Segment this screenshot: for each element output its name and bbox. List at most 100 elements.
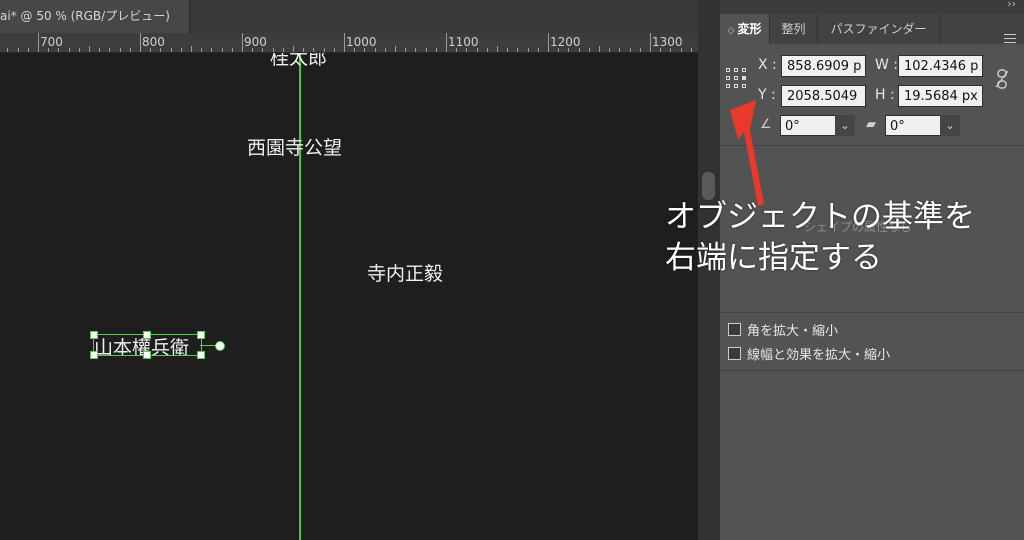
ruler-tick [507,48,509,52]
ruler-tick [38,33,39,52]
width-field[interactable]: 102.4346 p [898,55,983,77]
panel-header-strip: ›› [720,0,1024,14]
panel-menu-icon[interactable] [1004,34,1016,44]
ruler-tick [333,48,335,52]
text-path-end-handle[interactable] [215,341,225,351]
annotation-line-1: オブジェクトの基準を [665,199,975,235]
ruler-tick [619,48,621,52]
ruler-tick [639,48,641,52]
ruler-tick [548,33,549,52]
tab-chevron-icon: ◇ [727,26,735,36]
ruler-tick [89,46,90,52]
ref-point-middle-right[interactable] [742,76,746,80]
height-field[interactable]: 19.5684 px [898,85,983,107]
handle-top-right[interactable] [197,331,205,339]
ruler-tick [323,48,325,52]
ruler-tick [119,48,121,52]
handle-top-left[interactable] [90,331,98,339]
ref-point-middle-left[interactable] [726,76,730,80]
tab-pathfinder[interactable]: パスファインダー [818,14,940,44]
annotation-line-2: 右端に指定する [665,240,882,276]
annotation-text: オブジェクトの基準を 右端に指定する [665,197,1015,279]
ruler-tick [180,48,182,52]
ruler-tick [293,46,294,52]
ruler-tick [140,33,141,52]
handle-bottom-right[interactable] [197,351,205,359]
tab-transform[interactable]: ◇ 変形 [720,14,770,44]
rotate-dropdown-icon[interactable]: ⌄ [835,115,855,136]
reference-point-icon[interactable] [726,68,748,90]
ruler-tick [170,48,172,52]
text-katsura[interactable]: 桂太郎 [270,53,327,70]
panel-tabs: ◇ 変形 整列 パスファインダー [720,14,1024,44]
document-tab[interactable]: ai* @ 50 % (RGB/プレビュー) [0,0,190,33]
ref-point-top-right[interactable] [742,68,746,72]
ruler-tick [384,48,386,52]
ref-point-bottom-left[interactable] [726,84,730,88]
ruler-tick [27,48,29,52]
scrollbar-thumb[interactable] [702,172,715,200]
handle-bottom-left[interactable] [90,351,98,359]
ruler-tick [609,48,611,52]
horizontal-ruler[interactable]: 700 800 900 1000 1100 1200 1300 [0,33,698,53]
ruler-tick [242,33,243,52]
x-label: X : [758,57,777,73]
ruler-label: 1100 [448,35,479,49]
ruler-label: 700 [40,35,63,49]
scale-strokes-label: 線幅と効果を拡大・縮小 [747,348,891,363]
constrain-proportions-icon[interactable] [995,69,1009,89]
ref-point-bottom-right[interactable] [742,84,746,88]
shear-icon: ▰ [866,117,876,132]
ruler-tick [690,48,692,52]
ref-point-top-center[interactable] [734,68,738,72]
scale-corners-label: 角を拡大・縮小 [747,324,839,339]
ruler-tick [99,48,101,52]
ruler-tick [231,48,233,52]
ref-point-top-left[interactable] [726,68,730,72]
ruler-tick [537,48,539,52]
document-tab-bar: ai* @ 50 % (RGB/プレビュー) [0,0,698,33]
divider [720,370,1024,371]
ref-point-bottom-center[interactable] [734,84,738,88]
ruler-tick [395,46,396,52]
text-saionji[interactable]: 西園寺公望 [247,133,342,160]
ruler-tick [527,48,529,52]
tab-transform-label: 変形 [737,22,762,36]
ruler-tick [344,33,345,52]
scale-corners-option[interactable]: 角を拡大・縮小 [728,320,838,339]
ruler-tick [629,48,631,52]
ruler-label: 900 [244,35,267,49]
shear-dropdown-icon[interactable]: ⌄ [940,115,960,136]
x-field[interactable]: 858.6909 p [781,55,866,77]
text-terauchi[interactable]: 寺内正毅 [367,259,443,286]
ruler-label: 1200 [550,35,581,49]
divider [720,312,1024,313]
scale-strokes-option[interactable]: 線幅と効果を拡大・縮小 [728,344,890,363]
ruler-tick [282,48,284,52]
handle-top-center[interactable] [143,331,151,339]
ruler-tick [272,48,274,52]
h-label: H : [875,87,895,103]
ruler-tick [415,48,417,52]
ruler-tick [68,48,70,52]
artboard-canvas[interactable]: 桂太郎 西園寺公望 寺内正毅 山本權兵衛 [0,53,698,540]
ruler-tick [599,46,600,52]
handle-bottom-center[interactable] [143,351,151,359]
vertical-guide[interactable] [299,53,301,540]
collapse-panels-icon[interactable]: ›› [1007,0,1016,10]
tab-align[interactable]: 整列 [770,14,818,44]
ruler-tick [221,48,223,52]
scale-corners-checkbox[interactable] [728,323,741,336]
ruler-tick [78,48,80,52]
ruler-tick [191,46,192,52]
ruler-label: 800 [142,35,165,49]
ruler-tick [435,48,437,52]
ref-point-center[interactable] [734,76,738,80]
ruler-label: 1300 [652,35,683,49]
ruler-tick [425,48,427,52]
ruler-tick [109,48,111,52]
ruler-tick [303,48,305,52]
scale-strokes-checkbox[interactable] [728,347,741,360]
ruler-tick [650,33,651,52]
y-field[interactable]: 2058.5049 [781,85,866,107]
